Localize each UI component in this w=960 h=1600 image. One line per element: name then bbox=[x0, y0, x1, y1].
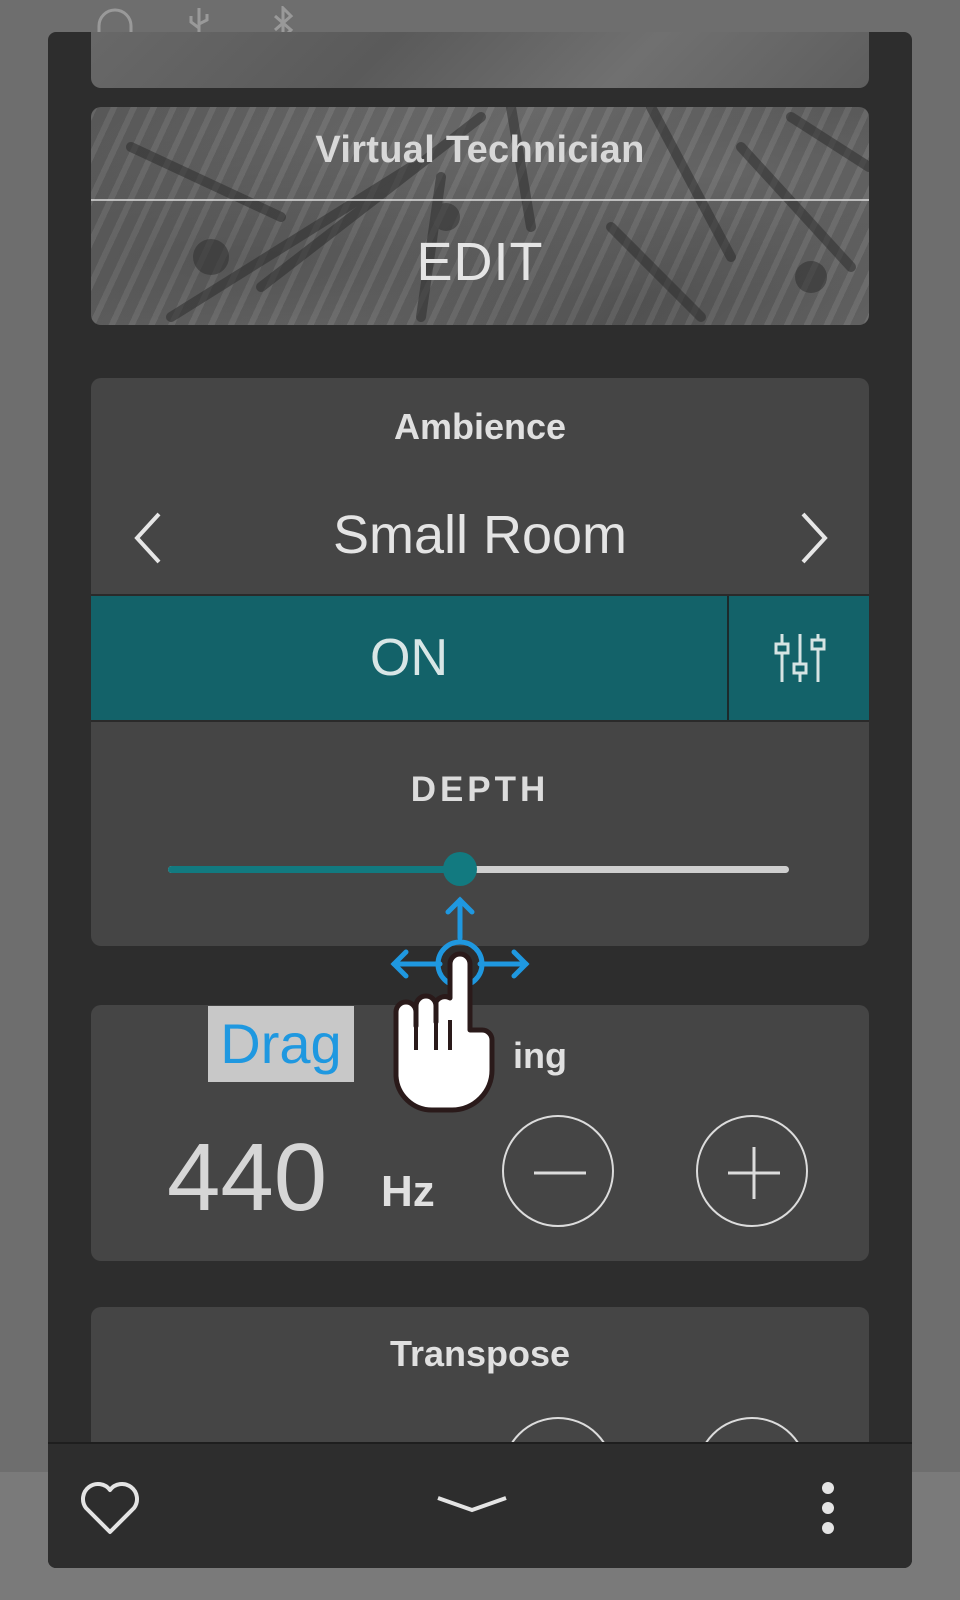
minus-icon bbox=[534, 1171, 586, 1175]
tuning-title-visible: ing bbox=[513, 1035, 567, 1076]
slider-thumb[interactable] bbox=[442, 852, 477, 886]
ambience-title: Ambience bbox=[393, 406, 567, 447]
edit-button[interactable]: EDIT bbox=[91, 231, 869, 293]
slider-fill bbox=[168, 866, 460, 873]
ambience-card: Ambience Small Room ON DEPTH bbox=[91, 378, 869, 946]
tuning-decrease-button[interactable] bbox=[502, 1115, 614, 1227]
settings-panel[interactable]: Virtual Technician EDIT Ambience Small R… bbox=[48, 32, 912, 1568]
ambience-type-value: Small Room bbox=[332, 505, 628, 565]
chevron-right-icon[interactable] bbox=[787, 506, 837, 570]
depth-label: DEPTH bbox=[410, 770, 550, 809]
tuning-value: 440 bbox=[167, 1124, 328, 1231]
drag-gesture-label: Drag bbox=[208, 1006, 354, 1082]
transpose-title: Transpose bbox=[389, 1333, 571, 1374]
more-vertical-icon[interactable] bbox=[818, 1480, 838, 1536]
sliders-icon bbox=[774, 634, 826, 682]
previous-card[interactable] bbox=[91, 32, 869, 88]
plus-icon bbox=[728, 1147, 780, 1199]
ambience-on-toggle[interactable]: ON bbox=[91, 596, 729, 720]
ambience-toggle-row: ON bbox=[91, 594, 869, 722]
ambience-selector: Small Room bbox=[91, 490, 869, 590]
bottom-bar bbox=[48, 1442, 912, 1568]
tuning-unit: Hz bbox=[381, 1167, 435, 1216]
chevron-down-icon[interactable] bbox=[432, 1484, 512, 1524]
virtual-technician-card[interactable]: Virtual Technician EDIT bbox=[91, 107, 869, 325]
virtual-technician-title: Virtual Technician bbox=[315, 129, 645, 171]
heart-icon[interactable] bbox=[78, 1478, 142, 1538]
tuning-increase-button[interactable] bbox=[696, 1115, 808, 1227]
depth-slider[interactable] bbox=[166, 848, 791, 888]
ambience-settings-button[interactable] bbox=[731, 596, 869, 720]
divider bbox=[91, 199, 869, 201]
